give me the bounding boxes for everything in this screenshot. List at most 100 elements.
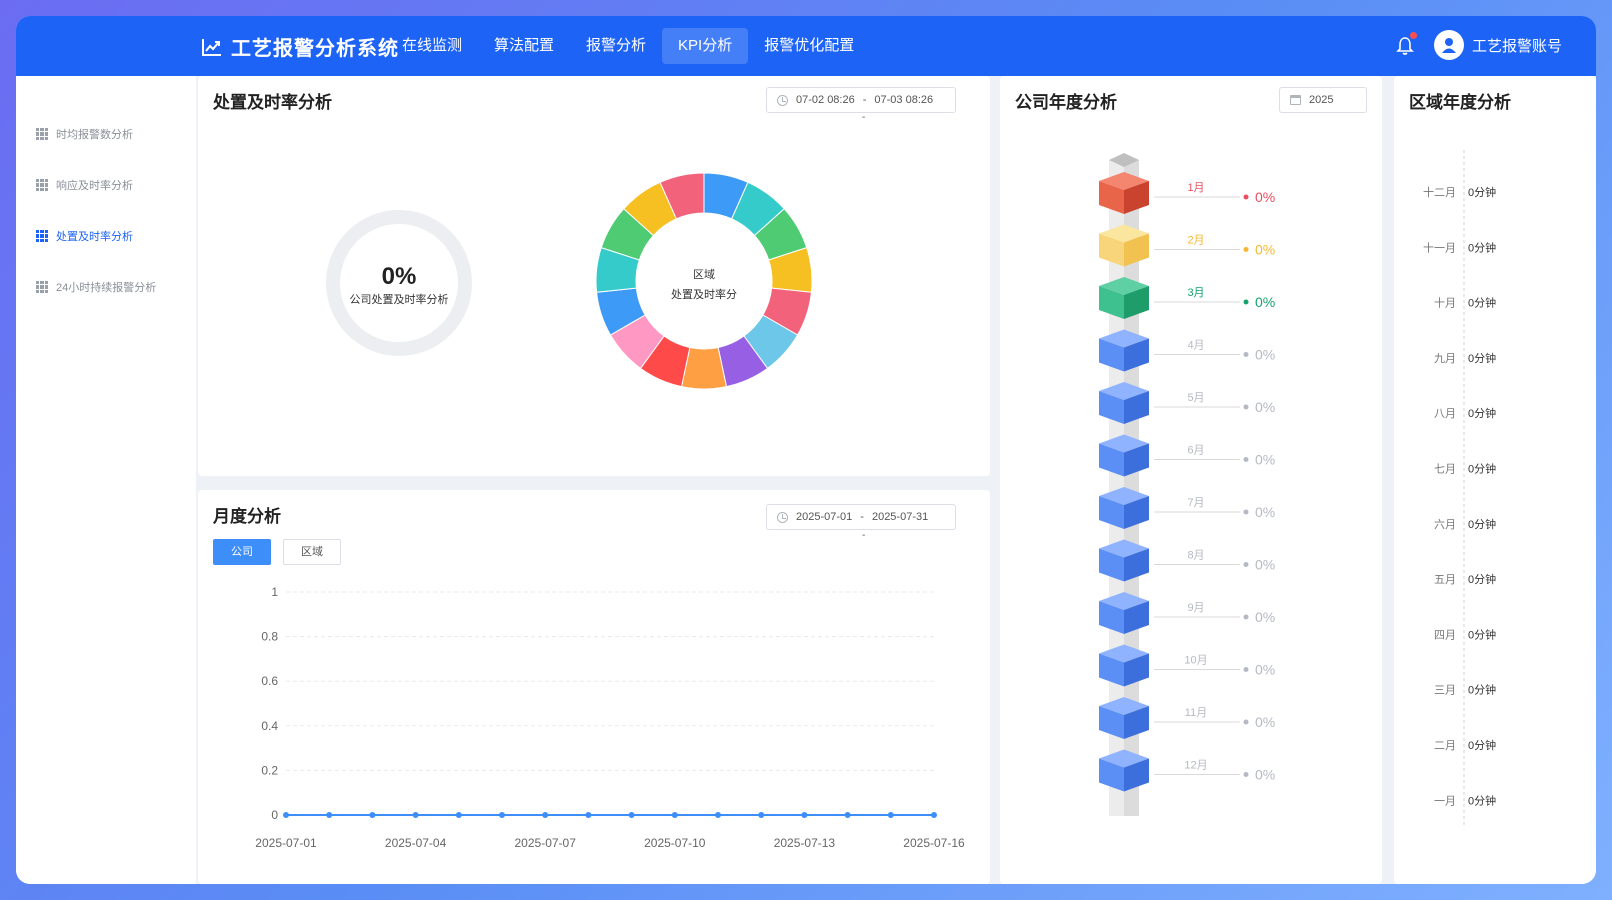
monthly-line-chart: 1 0.8 0.6 0.4 0.2 0 2025-07-01 2025-07-04 2025-0… [255, 585, 965, 850]
y-tick-label: 0.6 [261, 674, 278, 688]
region-month-label: 九月 [1434, 352, 1456, 365]
sidebar-item-24h-alarm[interactable]: 24小时持续报警分析 [36, 279, 156, 295]
region-month-label: 八月 [1434, 408, 1456, 420]
region-month-value: 0分钟 [1468, 627, 1496, 641]
sidebar-item-hourly-alarm[interactable]: 时均报警数分析 [36, 126, 133, 142]
leader-dot [1243, 404, 1249, 410]
x-tick-label: 2025-07-04 [385, 836, 447, 850]
month-value: 0% [1255, 557, 1275, 573]
main-nav: 在线监测 算法配置 报警分析 KPI分析 报警优化配置 [386, 28, 870, 64]
data-point [801, 812, 808, 818]
y-tick-label: 0.4 [261, 719, 278, 733]
data-point [326, 812, 333, 818]
month-value: 0% [1255, 189, 1275, 205]
region-month-label: 二月 [1434, 740, 1456, 752]
grid-icon [36, 179, 48, 191]
donut-center-label-2: 处置及时率分 [671, 287, 737, 301]
region-month-label: 五月 [1434, 574, 1456, 586]
y-tick-label: 0.2 [261, 763, 278, 777]
region-month-value: 0分钟 [1468, 406, 1496, 420]
sidebar-item-label: 响应及时率分析 [56, 180, 133, 192]
data-point [931, 812, 937, 818]
region-month-label: 四月 [1434, 629, 1456, 641]
month-label: 9月 [1187, 602, 1204, 614]
leader-dot [1243, 719, 1249, 725]
leader-dot [1243, 352, 1249, 357]
month-cube [1099, 382, 1149, 424]
top-navbar: 工艺报警分析系统 在线监测 算法配置 报警分析 KPI分析 报警优化配置 工艺报… [16, 16, 1596, 76]
brand[interactable]: 工艺报警分析系统 [201, 32, 399, 61]
region-month-label: 三月 [1434, 685, 1456, 697]
y-tick-label: 1 [271, 585, 278, 599]
month-cube [1099, 697, 1149, 739]
month-value: 0% [1255, 242, 1275, 258]
leader-dot [1243, 247, 1249, 252]
leader-dot [1243, 667, 1249, 672]
month-label: 12月 [1184, 760, 1207, 772]
month-value: 0% [1255, 662, 1275, 678]
x-tick-label: 2025-07-13 [774, 836, 836, 850]
month-label: 11月 [1185, 707, 1207, 719]
bell-icon[interactable] [1396, 36, 1414, 56]
nav-online-monitor[interactable]: 在线监测 [386, 28, 478, 64]
sidebar-item-label: 处置及时率分析 [56, 231, 133, 243]
data-point [715, 812, 721, 818]
gauge-value: 0% [382, 263, 417, 290]
nav-alarm-optimization[interactable]: 报警优化配置 [748, 28, 870, 64]
nav-alarm-analysis[interactable]: 报警分析 [570, 28, 662, 64]
month-value: 0% [1255, 347, 1275, 363]
disposal-visuals: 0% 公司处置及时率分析 区域 处置及时率分 [326, 172, 813, 390]
sidebar: 时均报警数分析 响应及时率分析 处置及时率分析 24小时持续报警分析 [16, 76, 196, 884]
month-value: 0% [1255, 452, 1275, 468]
sidebar-item-response-rate[interactable]: 响应及时率分析 [36, 177, 133, 193]
user-menu[interactable]: 工艺报警账号 [1434, 30, 1562, 60]
notification-dot [1410, 32, 1417, 39]
month-label: 2月 [1187, 235, 1204, 247]
leader-dot [1243, 562, 1249, 567]
region-year-card: 区域年度分析 十二月 0分钟 十一月 0分钟 十月 0分钟 九月 0分钟 八月 0分钟 七月 0分钟六… [1394, 76, 1596, 884]
data-point [542, 812, 549, 818]
region-month-value: 0分钟 [1468, 793, 1496, 807]
company-year-card: 公司年度分析 2025 1月 0% 2月 0% 3月 0% 4月 0% 5月 0% 6月 0% 7月 0%… [1000, 76, 1382, 884]
region-month-value: 0分钟 [1468, 683, 1496, 697]
month-value: 0% [1255, 294, 1275, 310]
month-label: 1月 [1187, 182, 1204, 194]
data-point [585, 812, 592, 818]
region-month-value: 0分钟 [1468, 296, 1496, 310]
month-value: 0% [1255, 609, 1275, 625]
line-chart-icon [202, 38, 221, 56]
data-point [887, 812, 894, 818]
y-tick-label: 0 [271, 808, 278, 822]
grid-icon [36, 281, 48, 293]
region-month-label: 六月 [1434, 518, 1456, 531]
user-icon [1442, 38, 1456, 53]
user-name: 工艺报警账号 [1472, 37, 1563, 55]
data-point [283, 812, 289, 818]
sidebar-item-label: 时均报警数分析 [56, 129, 133, 141]
data-point [412, 812, 419, 818]
region-month-value: 0分钟 [1468, 462, 1496, 476]
month-label: 6月 [1187, 445, 1204, 457]
nav-algorithm-config[interactable]: 算法配置 [478, 28, 570, 64]
data-point [369, 812, 376, 818]
monthly-analysis-card: 月度分析 2025-07-01 - 2025-07-31 - 公司 区域 1 0.… [198, 490, 990, 884]
region-month-label: 一月 [1434, 795, 1456, 807]
month-label: 8月 [1187, 550, 1204, 562]
sidebar-item-disposal-rate[interactable]: 处置及时率分析 [36, 228, 133, 244]
grid-icon [36, 128, 48, 140]
data-point [628, 812, 635, 818]
month-value: 0% [1255, 767, 1275, 783]
leader-dot [1243, 299, 1249, 305]
region-month-label: 十二月 [1423, 185, 1456, 199]
leader-dot [1243, 772, 1249, 777]
app-title: 工艺报警分析系统 [231, 38, 399, 60]
region-month-label: 十月 [1434, 296, 1456, 310]
month-cube [1099, 277, 1149, 319]
month-value: 0% [1255, 714, 1275, 730]
leader-dot [1243, 509, 1249, 515]
region-month-value: 0分钟 [1468, 517, 1496, 531]
region-month-value: 0分钟 [1468, 240, 1496, 254]
sidebar-item-label: 24小时持续报警分析 [56, 282, 157, 294]
nav-kpi-analysis[interactable]: KPI分析 [662, 28, 749, 64]
month-cube [1099, 434, 1149, 477]
